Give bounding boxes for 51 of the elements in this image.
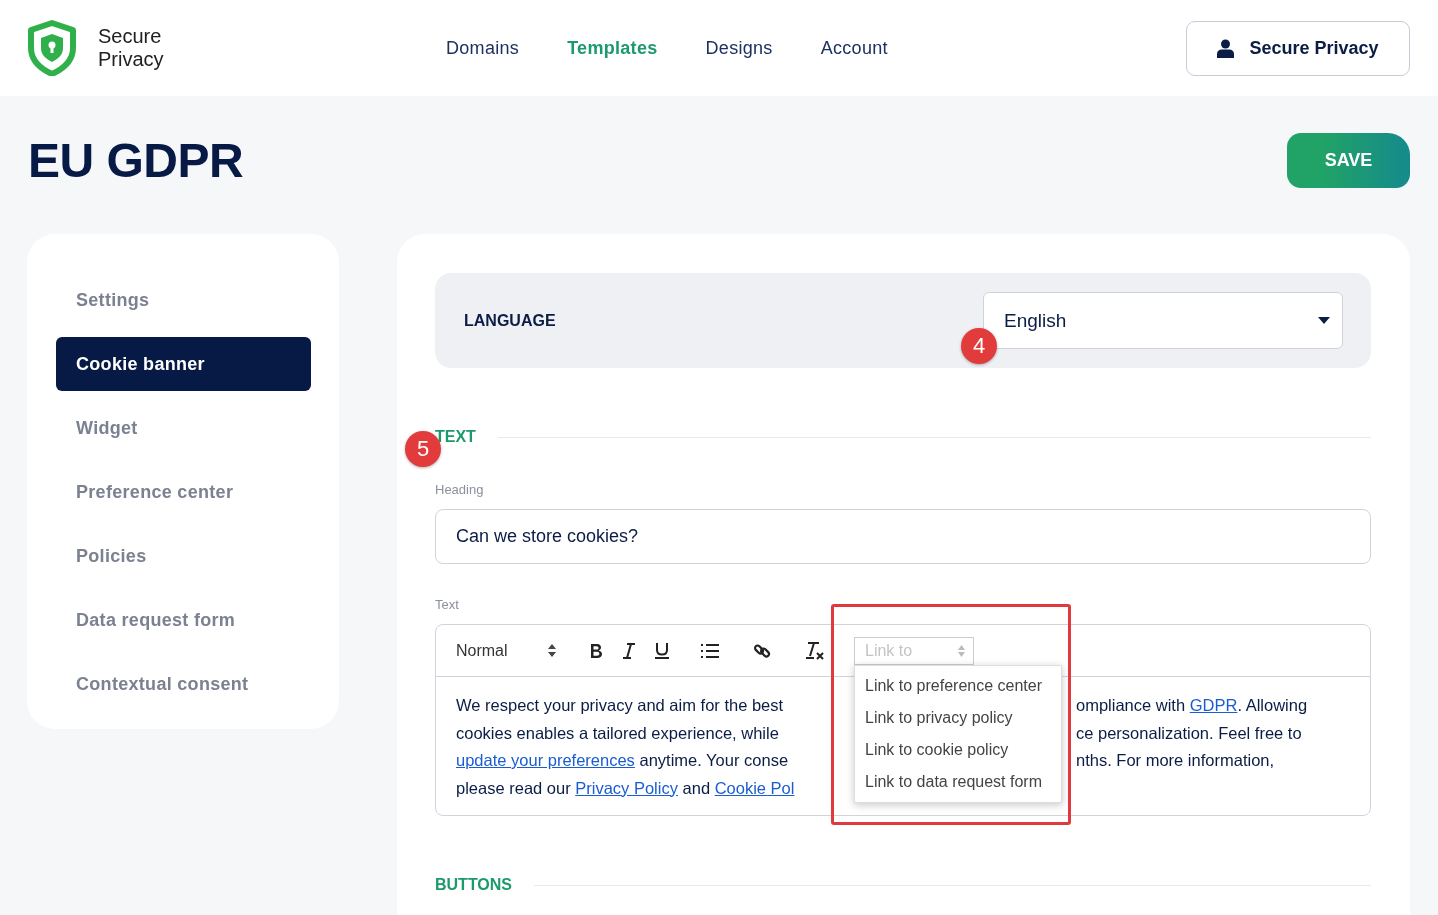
save-button[interactable]: SAVE [1287, 133, 1410, 188]
body-text-fragment: We respect your privacy and aim for the best [456, 696, 784, 714]
field-label: Text [435, 597, 460, 612]
account-button[interactable]: Secure Privacy [1186, 20, 1410, 76]
nav-link[interactable]: Templates [567, 37, 658, 59]
bold-icon[interactable] [589, 642, 603, 659]
language-select[interactable]: English [983, 292, 1343, 349]
sidebar-item[interactable]: Policies [56, 529, 311, 583]
dropdown-option[interactable]: Link to data request form [855, 765, 1061, 798]
nav-link[interactable]: Domains [446, 37, 520, 59]
language-label: LANGUAGE [464, 311, 556, 330]
clear-format-icon[interactable] [805, 641, 824, 660]
sidebar-item[interactable]: Cookie banner [56, 337, 311, 391]
brand-name: Secure [98, 25, 163, 48]
text-link[interactable]: Privacy Policy [575, 778, 678, 797]
dropdown-option[interactable]: Link to preference center [855, 669, 1061, 702]
dropdown-option[interactable]: Link to privacy policy [855, 701, 1061, 734]
body-text-fragment: nths. For more information, [1076, 751, 1275, 769]
body-text-fragment: please read our Privacy Policy and Cookie Pol [456, 778, 795, 797]
step-marker: 4 [961, 328, 997, 364]
sidebar-item[interactable]: Settings [56, 273, 311, 327]
up-down-icon [548, 644, 556, 657]
nav-link[interactable]: Account [820, 37, 888, 59]
body-text-fragment: cookies enables a tailored experience, while [456, 723, 779, 742]
text-link[interactable]: Cookie Pol [714, 778, 795, 797]
sidebar-item[interactable]: Contextual consent [56, 657, 311, 711]
user-icon [1217, 38, 1235, 58]
sidebar-item[interactable]: Data request form [56, 593, 311, 647]
sidebar-item[interactable]: Widget [56, 401, 311, 455]
link-icon[interactable] [753, 641, 771, 660]
section-title: BUTTONS [435, 876, 513, 894]
body-text-fragment: update your preferences anytime. Your conse [456, 751, 789, 769]
brand-name: Privacy [98, 48, 164, 71]
dropdown-option[interactable]: Link to cookie policy [855, 733, 1061, 766]
body-text-fragment: ompliance with GDPR. Allowing [1076, 696, 1308, 714]
sidebar-item[interactable]: Preference center [56, 465, 311, 519]
shield-logo-icon [26, 20, 78, 76]
italic-icon[interactable] [623, 642, 635, 659]
bullet-list-icon[interactable] [701, 643, 719, 658]
body-text-fragment: ce personalization. Feel free to [1076, 723, 1302, 742]
page-title: EU GDPR [28, 133, 244, 189]
underline-icon[interactable] [655, 642, 669, 659]
text-link[interactable]: GDPR [1189, 696, 1238, 714]
format-select[interactable]: Normal [456, 641, 556, 660]
nav-link[interactable]: Designs [705, 37, 773, 59]
text-link[interactable]: update your preferences [456, 751, 635, 769]
up-down-icon [958, 644, 965, 657]
caret-icon [1318, 317, 1330, 324]
field-label: Heading [435, 482, 485, 497]
section-title: TEXT [435, 428, 476, 446]
heading-input[interactable]: Can we store cookies? [435, 509, 1371, 564]
